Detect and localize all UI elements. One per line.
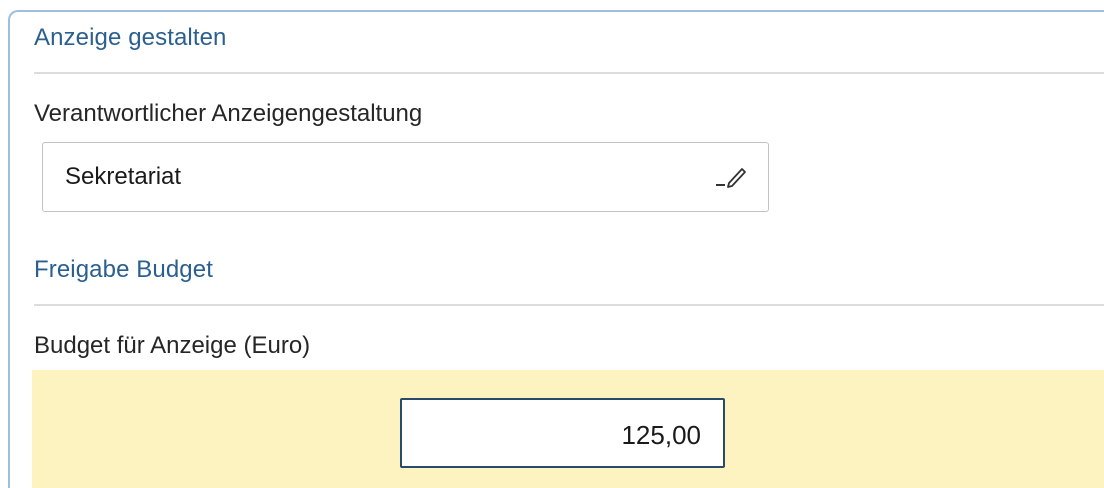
budget-amount-value: 125,00 [621, 420, 701, 450]
responsible-field-input[interactable]: Sekretariat [42, 142, 769, 212]
section-divider [34, 72, 1104, 74]
responsible-field-label: Verantwortlicher Anzeigengestaltung [34, 100, 423, 127]
responsible-field-value: Sekretariat [65, 163, 182, 190]
section-title-anzeige-gestalten: Anzeige gestalten [34, 24, 227, 51]
budget-field-label: Budget für Anzeige (Euro) [34, 332, 311, 359]
pencil-icon[interactable] [712, 163, 752, 191]
section-divider [34, 304, 1104, 306]
budget-amount-input[interactable]: 125,00 [400, 398, 725, 468]
section-title-freigabe-budget: Freigabe Budget [34, 256, 213, 283]
